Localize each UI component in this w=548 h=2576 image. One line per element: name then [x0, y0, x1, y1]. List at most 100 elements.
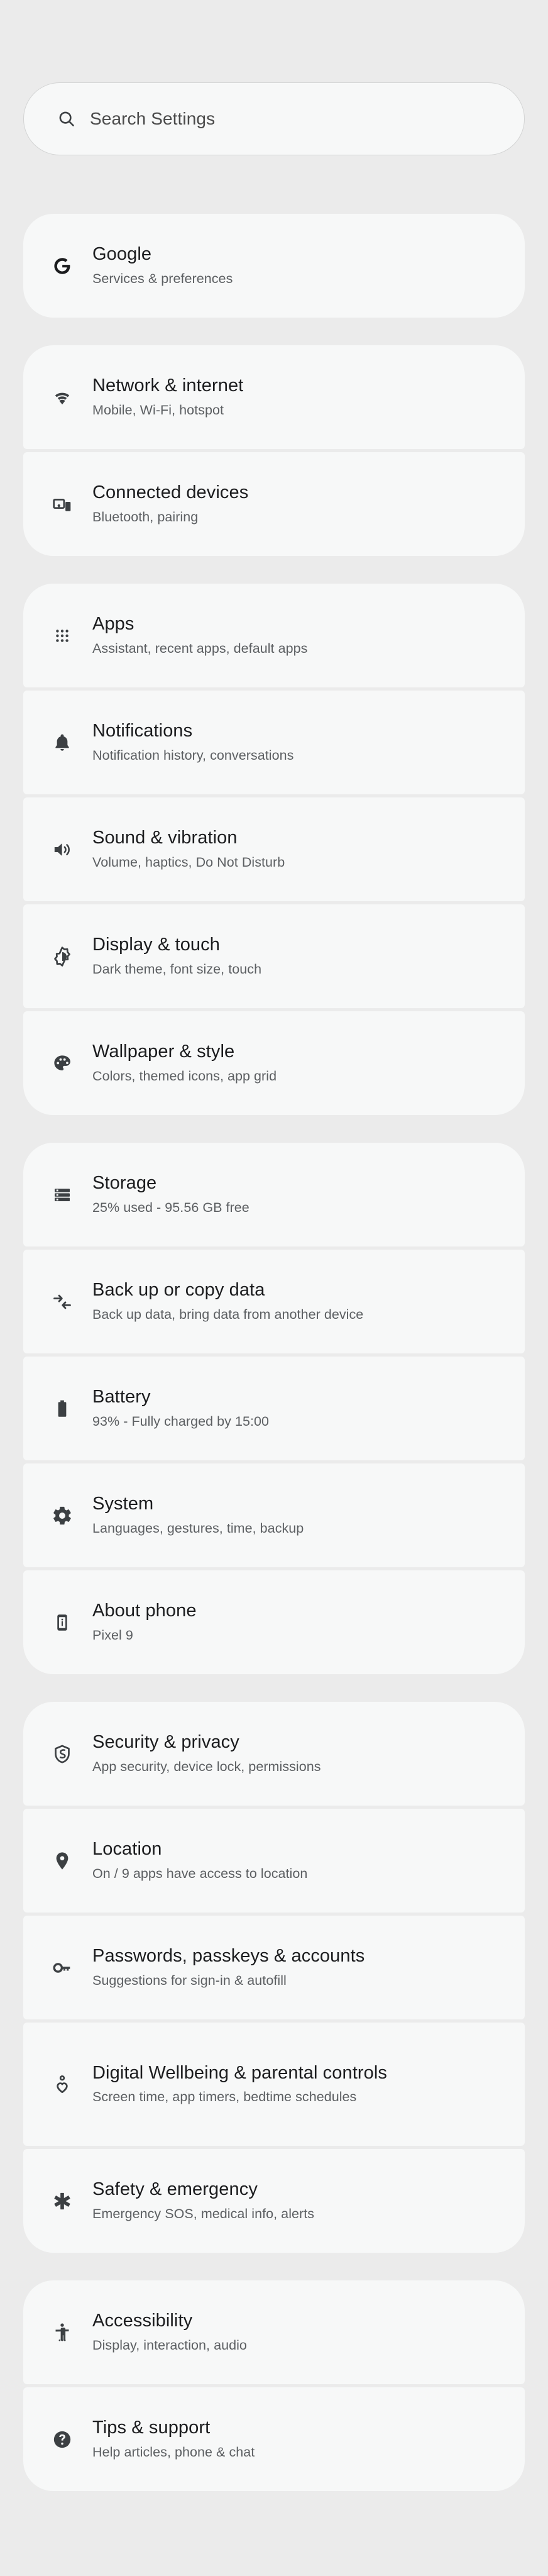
- settings-item-text: Location On / 9 apps have access to locat…: [92, 1819, 525, 1901]
- settings-item-security-privacy[interactable]: Security & privacy App security, device l…: [23, 1702, 525, 1806]
- settings-item-passwords-passkeys-accounts[interactable]: Passwords, passkeys & accounts Suggestion…: [23, 1916, 525, 2019]
- settings-item-storage[interactable]: Storage 25% used - 95.56 GB free: [23, 1143, 525, 1246]
- settings-item-subtitle: Emergency SOS, medical info, alerts: [92, 2206, 315, 2221]
- settings-item-subtitle: 93% - Fully charged by 15:00: [92, 1413, 270, 1429]
- settings-item-subtitle: Pixel 9: [92, 1627, 133, 1643]
- settings-item-subtitle: Services & preferences: [92, 270, 233, 286]
- settings-item-text: Digital Wellbeing & parental controls Scr…: [92, 2043, 525, 2125]
- settings-item-title: Digital Wellbeing & parental controls: [92, 2062, 388, 2083]
- storage-icon: [32, 1185, 92, 1205]
- settings-item-title: Apps: [92, 614, 134, 635]
- settings-group: Network & internet Mobile, Wi-Fi, hotspot…: [23, 345, 525, 556]
- settings-group: Accessibility Display, interaction, audio…: [23, 2280, 525, 2491]
- search-placeholder-text: Search Settings: [90, 109, 216, 128]
- settings-item-sound-vibration[interactable]: Sound & vibration Volume, haptics, Do Not…: [23, 797, 525, 901]
- connected-devices-icon: [32, 494, 92, 515]
- settings-item-title: Wallpaper & style: [92, 1041, 235, 1062]
- search-input[interactable]: Search Settings: [23, 82, 525, 155]
- settings-item-subtitle: App security, device lock, permissions: [92, 1758, 321, 1774]
- settings-item-text: Notifications Notification history, conve…: [92, 701, 525, 783]
- settings-item-apps[interactable]: Apps Assistant, recent apps, default apps: [23, 584, 525, 687]
- speaker-icon: [32, 839, 92, 860]
- settings-item-subtitle: On / 9 apps have access to location: [92, 1865, 308, 1881]
- wifi-icon: [32, 386, 92, 409]
- settings-item-title: Connected devices: [92, 482, 249, 503]
- settings-item-text: Tips & support Help articles, phone & cha…: [92, 2398, 525, 2480]
- settings-item-title: About phone: [92, 1601, 197, 1621]
- settings-item-backup-copy-data[interactable]: Back up or copy data Back up data, bring …: [23, 1250, 525, 1353]
- settings-item-subtitle: Back up data, bring data from another de…: [92, 1306, 364, 1322]
- settings-item-subtitle: Dark theme, font size, touch: [92, 961, 262, 977]
- settings-item-subtitle: Screen time, app timers, bedtime schedul…: [92, 2089, 357, 2105]
- settings-item-battery[interactable]: Battery 93% - Fully charged by 15:00: [23, 1357, 525, 1460]
- settings-item-subtitle: Colors, themed icons, app grid: [92, 1068, 277, 1084]
- search-icon: [57, 109, 76, 128]
- settings-item-subtitle: Mobile, Wi-Fi, hotspot: [92, 402, 224, 418]
- settings-item-text: Back up or copy data Back up data, bring …: [92, 1260, 525, 1342]
- settings-item-text: Network & internet Mobile, Wi-Fi, hotspot: [92, 356, 525, 438]
- settings-item-subtitle: Display, interaction, audio: [92, 2337, 247, 2353]
- settings-item-title: Security & privacy: [92, 1732, 239, 1753]
- settings-item-subtitle: Volume, haptics, Do Not Disturb: [92, 854, 285, 870]
- help-circle-icon: [32, 2429, 92, 2450]
- settings-item-safety-emergency[interactable]: Safety & emergency Emergency SOS, medical…: [23, 2149, 525, 2253]
- settings-item-notifications[interactable]: Notifications Notification history, conve…: [23, 691, 525, 794]
- settings-item-text: Display & touch Dark theme, font size, to…: [92, 915, 525, 997]
- settings-item-about-phone[interactable]: About phone Pixel 9: [23, 1570, 525, 1674]
- settings-item-google[interactable]: Google Services & preferences: [23, 214, 525, 318]
- settings-item-tips-support[interactable]: Tips & support Help articles, phone & cha…: [23, 2387, 525, 2491]
- settings-item-text: Safety & emergency Emergency SOS, medical…: [92, 2160, 525, 2241]
- settings-item-text: Security & privacy App security, device l…: [92, 1713, 525, 1794]
- settings-item-accessibility[interactable]: Accessibility Display, interaction, audio: [23, 2280, 525, 2384]
- settings-item-text: Apps Assistant, recent apps, default apps: [92, 594, 525, 676]
- settings-item-title: Back up or copy data: [92, 1280, 265, 1301]
- settings-item-location[interactable]: Location On / 9 apps have access to locat…: [23, 1809, 525, 1913]
- settings-item-text: Google Services & preferences: [92, 225, 525, 306]
- settings-item-subtitle: Suggestions for sign-in & autofill: [92, 1972, 287, 1988]
- settings-item-display-touch[interactable]: Display & touch Dark theme, font size, to…: [23, 904, 525, 1008]
- settings-group: Security & privacy App security, device l…: [23, 1702, 525, 2253]
- battery-icon: [32, 1398, 92, 1419]
- accessibility-icon: [32, 2322, 92, 2343]
- settings-item-title: Battery: [92, 1387, 151, 1407]
- settings-item-text: Passwords, passkeys & accounts Suggestion…: [92, 1926, 525, 2008]
- transfer-data-icon: [32, 1291, 92, 1313]
- settings-item-text: Connected devices Bluetooth, pairing: [92, 463, 525, 545]
- search-bar-container: Search Settings: [23, 82, 525, 155]
- palette-icon: [32, 1053, 92, 1074]
- key-icon: [32, 1957, 92, 1979]
- settings-item-title: Location: [92, 1839, 162, 1860]
- settings-item-wallpaper-style[interactable]: Wallpaper & style Colors, themed icons, a…: [23, 1011, 525, 1115]
- settings-group: Storage 25% used - 95.56 GB free Back up o…: [23, 1143, 525, 1674]
- settings-screen: Search Settings Google Services & prefere…: [0, 0, 548, 2576]
- settings-item-title: Tips & support: [92, 2418, 211, 2438]
- settings-item-text: About phone Pixel 9: [92, 1581, 525, 1663]
- settings-item-title: Display & touch: [92, 935, 220, 955]
- settings-item-subtitle: Assistant, recent apps, default apps: [92, 640, 308, 656]
- settings-item-subtitle: Help articles, phone & chat: [92, 2444, 255, 2460]
- shield-icon: [32, 1743, 92, 1765]
- settings-item-system[interactable]: System Languages, gestures, time, backup: [23, 1463, 525, 1567]
- bell-icon: [32, 732, 92, 753]
- settings-item-text: Sound & vibration Volume, haptics, Do Not…: [92, 808, 525, 890]
- settings-item-subtitle: Languages, gestures, time, backup: [92, 1520, 304, 1536]
- phone-info-icon: [32, 1613, 92, 1633]
- brightness-icon: [32, 945, 92, 968]
- settings-item-title: Passwords, passkeys & accounts: [92, 1946, 365, 1967]
- apps-grid-icon: [32, 626, 92, 646]
- settings-item-title: Sound & vibration: [92, 828, 238, 848]
- settings-item-title: Safety & emergency: [92, 2179, 258, 2200]
- settings-item-subtitle: Bluetooth, pairing: [92, 509, 199, 525]
- settings-item-title: Accessibility: [92, 2311, 193, 2331]
- settings-item-title: Storage: [92, 1173, 157, 1194]
- settings-item-digital-wellbeing[interactable]: Digital Wellbeing & parental controls Scr…: [23, 2023, 525, 2146]
- location-pin-icon: [32, 1850, 92, 1872]
- settings-item-title: System: [92, 1494, 154, 1514]
- wellbeing-icon: [32, 2074, 92, 2095]
- star-of-life-icon: [32, 2190, 92, 2212]
- settings-item-network-internet[interactable]: Network & internet Mobile, Wi-Fi, hotspot: [23, 345, 525, 449]
- settings-item-subtitle: Notification history, conversations: [92, 747, 294, 763]
- settings-item-text: Battery 93% - Fully charged by 15:00: [92, 1367, 525, 1449]
- settings-item-text: Storage 25% used - 95.56 GB free: [92, 1153, 525, 1235]
- settings-item-connected-devices[interactable]: Connected devices Bluetooth, pairing: [23, 452, 525, 556]
